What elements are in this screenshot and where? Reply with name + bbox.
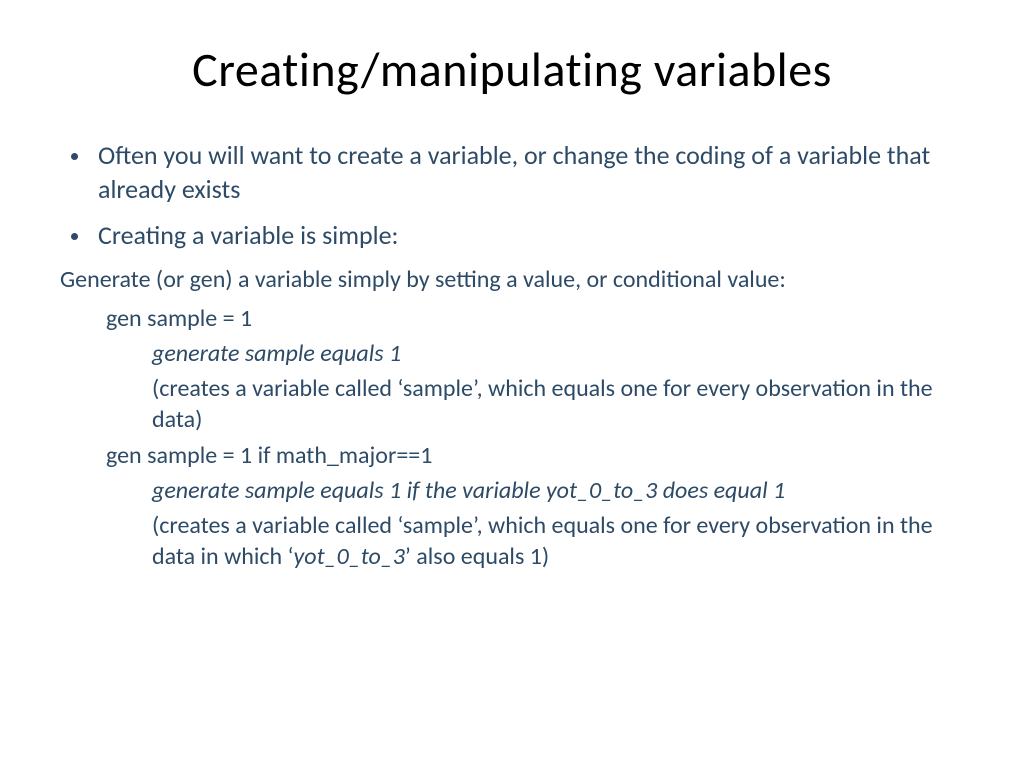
- bullet-item: Creating a variable is simple:: [92, 219, 964, 253]
- bullet-item: Often you will want to create a variable…: [92, 139, 964, 207]
- intro-line: Generate (or gen) a variable simply by s…: [60, 264, 964, 296]
- example-meaning: generate sample equals 1: [152, 338, 964, 369]
- example-explanation: (creates a variable called ‘sample’, whi…: [152, 373, 964, 435]
- example-code: gen sample = 1 if math_major==1: [106, 440, 964, 471]
- slide-title: Creating/manipulating variables: [60, 40, 964, 99]
- explanation-text: ’ also equals 1): [405, 542, 549, 571]
- explanation-var: yot_0_to_3: [294, 542, 405, 571]
- bullet-list: Often you will want to create a variable…: [60, 139, 964, 252]
- example-explanation: (creates a variable called ‘sample’, whi…: [152, 510, 964, 572]
- slide-body: Often you will want to create a variable…: [60, 139, 964, 572]
- example-meaning: generate sample equals 1 if the variable…: [152, 475, 964, 506]
- example-code: gen sample = 1: [106, 303, 964, 334]
- slide: Creating/manipulating variables Often yo…: [0, 0, 1024, 768]
